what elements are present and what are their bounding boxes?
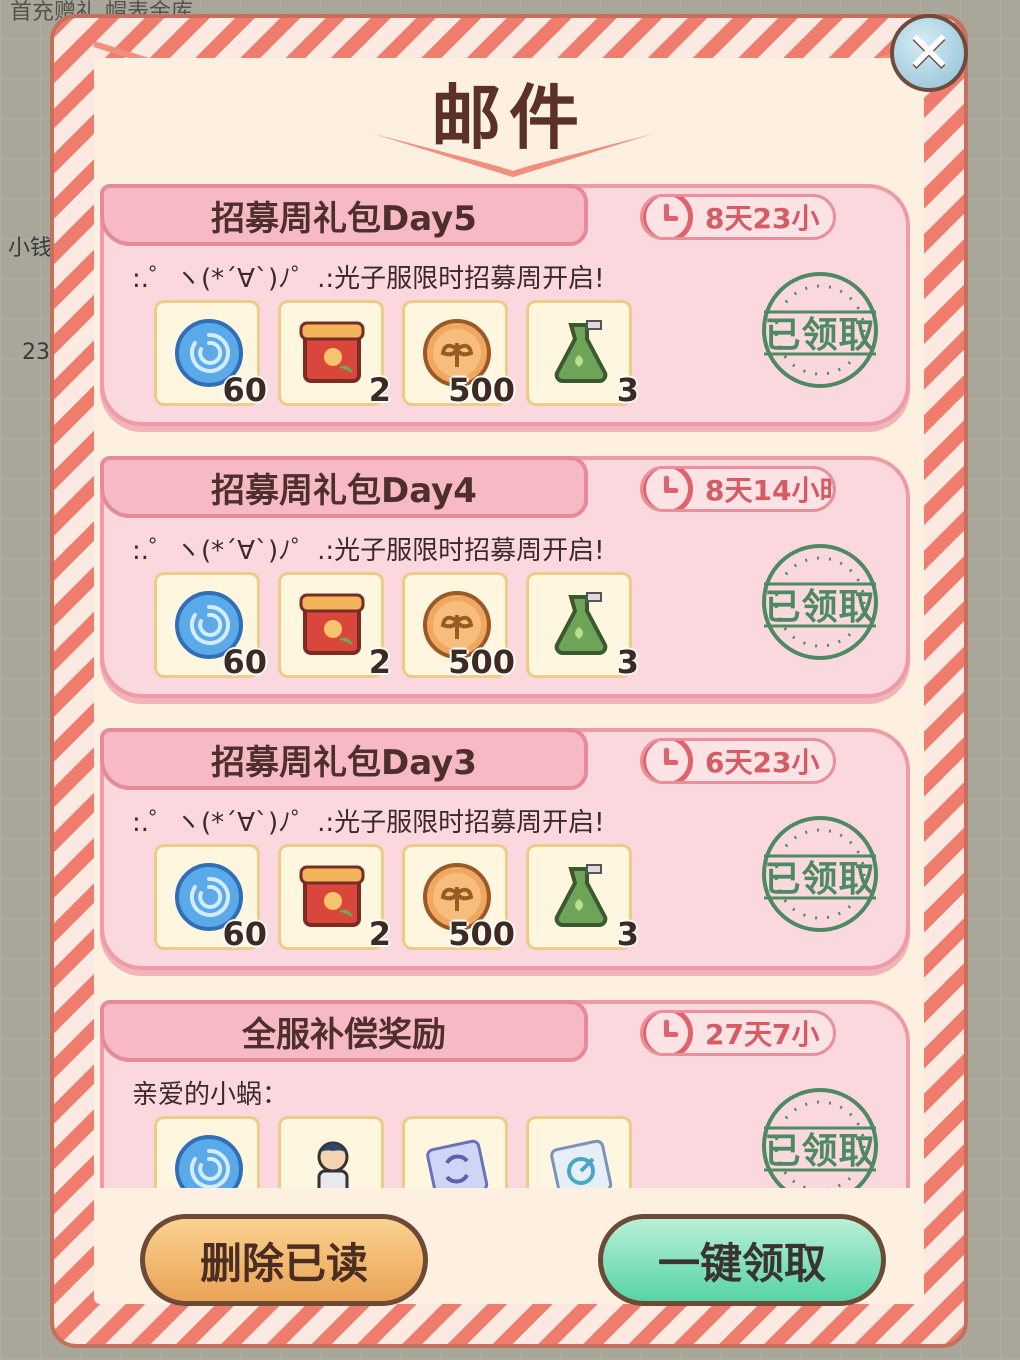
reward-count: 3 [616,371,639,409]
reward-count: 500 [448,915,515,953]
red-gift-scroll-icon [295,587,371,663]
reward-item[interactable]: 60 [154,844,267,953]
reward-count: 60 [222,915,267,953]
mail-title: 全服补偿奖励 [100,1000,588,1062]
claimed-stamp: 已领取 [738,248,902,412]
delete-read-button[interactable]: 删除已读 [140,1214,428,1306]
reward-count: 60 [222,643,267,681]
reward-item[interactable]: 500 [402,300,515,409]
reward-item[interactable]: 2 [278,572,391,681]
reward-count: 3 [616,643,639,681]
mail-timer: 8天23小 [640,194,836,240]
mail-title: 招募周礼包Day5 [100,184,588,246]
close-button[interactable]: ✕ [890,14,968,92]
claimed-stamp: 已领取 [738,1064,902,1188]
mail-message: 亲爱的小蜗： [132,1080,289,1110]
clock-icon [643,469,693,509]
reward-item[interactable] [402,1116,508,1188]
green-potion-bottle-icon [543,859,619,935]
reward-item[interactable] [278,1116,384,1188]
clock-icon [643,1013,693,1053]
mail-timer: 6天23小 [640,738,836,784]
clock-icon [643,741,693,781]
mail-timer: 27天7小 [640,1010,836,1056]
reward-item[interactable]: 3 [526,300,639,409]
reward-item[interactable]: 500 [402,844,515,953]
mail-timer-text: 8天23小 [705,202,820,235]
close-icon: ✕ [905,20,953,85]
blue-swirl-orb-icon [171,1131,247,1188]
mail-timer-text: 27天7小 [705,1018,820,1051]
reward-item[interactable]: 3 [526,572,639,681]
reward-count: 2 [368,915,391,953]
background-left-number: 23 [22,340,50,365]
mail-timer: 8天14小时 [640,466,836,512]
mail-message: :.゜ヽ(*´∀`)ﾉ゜.:光子服限时招募周开启! [132,536,605,566]
mail-card[interactable]: 招募周礼包Day5 8天23小 :.゜ヽ(*´∀`)ﾉ゜.:光子服限时招募周开启! 6… [100,184,910,426]
refresh-card-icon [419,1131,495,1188]
reward-count: 3 [616,915,639,953]
reward-count: 500 [448,643,515,681]
reward-count: 500 [448,371,515,409]
claimed-stamp-text: 已领取 [764,315,876,356]
claim-all-button[interactable]: 一键领取 [598,1214,886,1306]
reward-count: 2 [368,371,391,409]
reward-item[interactable]: 2 [278,844,391,953]
reward-item[interactable]: 60 [154,300,267,409]
reward-item[interactable] [526,1116,632,1188]
character-figure-icon [295,1131,371,1188]
green-potion-bottle-icon [543,587,619,663]
reward-count: 2 [368,643,391,681]
mail-message: :.゜ヽ(*´∀`)ﾉ゜.:光子服限时招募周开启! [132,264,605,294]
mail-title: 招募周礼包Day4 [100,456,588,518]
reward-item[interactable]: 3 [526,844,639,953]
clock-icon [643,197,693,237]
green-potion-bottle-icon [543,315,619,391]
claimed-stamp-text: 已领取 [764,587,876,628]
red-gift-scroll-icon [295,315,371,391]
mail-list[interactable]: 招募周礼包Day5 8天23小 :.゜ヽ(*´∀`)ﾉ゜.:光子服限时招募周开启! 6… [100,180,912,1188]
target-card-icon [543,1131,619,1188]
reward-count: 60 [222,371,267,409]
mail-timer-text: 6天23小 [705,746,820,779]
claimed-stamp-text: 已领取 [764,1131,876,1172]
mail-card[interactable]: 招募周礼包Day4 8天14小时 :.゜ヽ(*´∀`)ﾉ゜.:光子服限时招募周开启!… [100,456,910,698]
claimed-stamp-text: 已领取 [764,859,876,900]
claimed-stamp: 已领取 [738,520,902,684]
reward-item[interactable]: 2 [278,300,391,409]
mail-timer-text: 8天14小时 [705,474,836,507]
reward-item[interactable] [154,1116,260,1188]
mail-title: 招募周礼包Day3 [100,728,588,790]
claimed-stamp: 已领取 [738,792,902,956]
mail-card[interactable]: 招募周礼包Day3 6天23小 :.゜ヽ(*´∀`)ﾉ゜.:光子服限时招募周开启! 6… [100,728,910,970]
reward-item[interactable]: 500 [402,572,515,681]
mail-message: :.゜ヽ(*´∀`)ﾉ゜.:光子服限时招募周开启! [132,808,605,838]
dialog-title: 邮件 [431,77,587,159]
background-left-text: 小钱 [8,236,53,261]
mail-card[interactable]: 全服补偿奖励 27天7小亲爱的小蜗： 已领取 [100,1000,910,1188]
red-gift-scroll-icon [295,859,371,935]
reward-item[interactable]: 60 [154,572,267,681]
